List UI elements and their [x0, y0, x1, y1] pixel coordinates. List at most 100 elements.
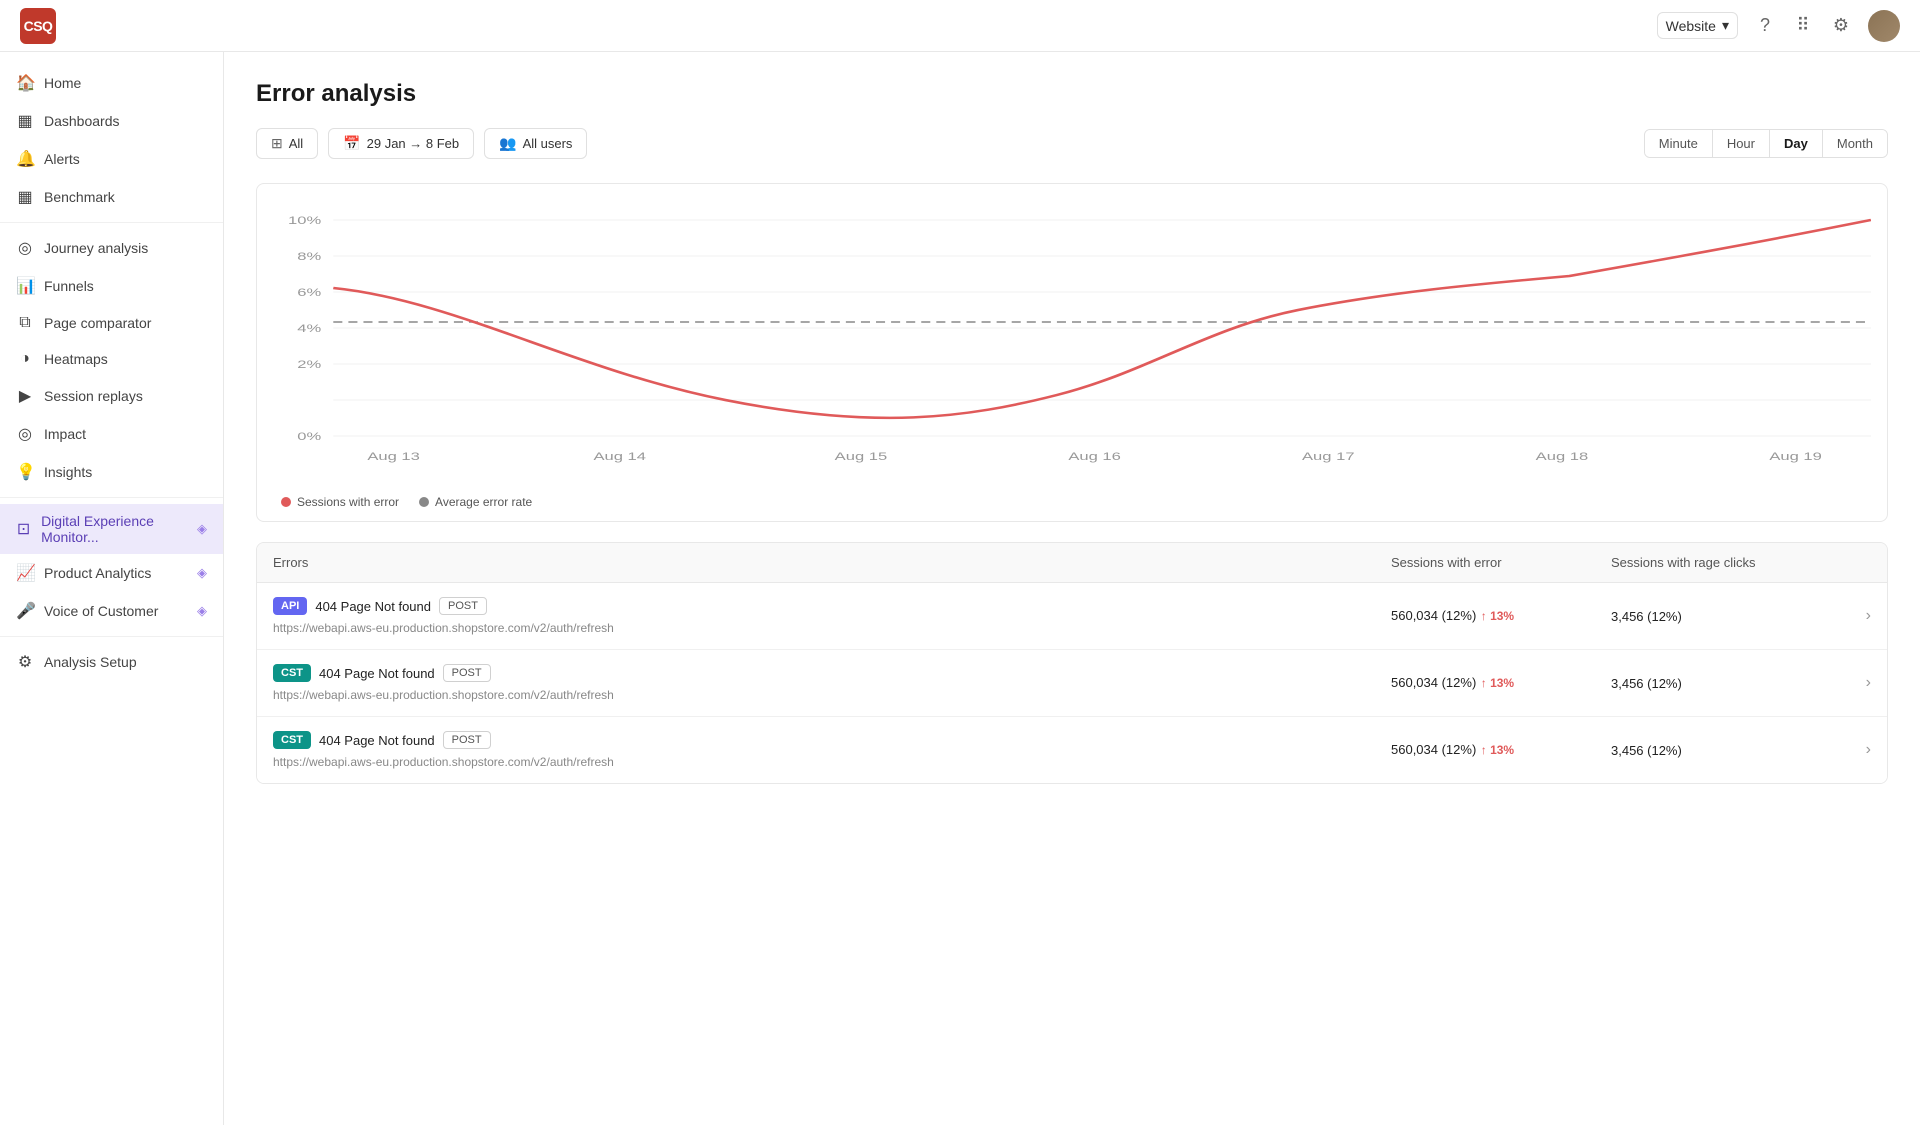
- sidebar-item-digital-experience[interactable]: ⊡ Digital Experience Monitor... ◈: [0, 504, 223, 554]
- calendar-icon: 📅: [343, 135, 360, 152]
- sidebar-item-home[interactable]: 🏠 Home: [0, 64, 223, 102]
- all-filter-label: All: [289, 136, 303, 151]
- sidebar-label-comparator: Page comparator: [44, 315, 151, 331]
- funnels-icon: 📊: [16, 276, 34, 296]
- users-filter-label: All users: [523, 136, 573, 151]
- sidebar-item-alerts[interactable]: 🔔 Alerts: [0, 140, 223, 178]
- comparator-icon: ⧉: [16, 314, 34, 332]
- sidebar-label-impact: Impact: [44, 426, 86, 442]
- sidebar-nav: 🏠 Home ▦ Dashboards 🔔 Alerts ▦ Benchmark…: [0, 52, 223, 693]
- chart-legend: Sessions with error Average error rate: [273, 495, 1871, 509]
- sidebar-item-analysis-setup[interactable]: ⚙ Analysis Setup: [0, 643, 223, 681]
- error-url-1: https://webapi.aws-eu.production.shopsto…: [273, 621, 1391, 635]
- svg-text:Aug 18: Aug 18: [1536, 450, 1589, 463]
- all-filter-button[interactable]: ⊞ All: [256, 128, 318, 159]
- time-btn-month[interactable]: Month: [1823, 130, 1887, 157]
- sidebar-item-voice-of-customer[interactable]: 🎤 Voice of Customer ◈: [0, 592, 223, 630]
- filter-bar: ⊞ All 📅 29 Jan → 8 Feb 👥 All users Minut…: [256, 128, 1888, 159]
- rage-count-2: 3,456 (12%): [1611, 676, 1682, 691]
- settings-icon[interactable]: ⚙: [1830, 15, 1852, 37]
- alerts-icon: 🔔: [16, 149, 34, 169]
- svg-text:2%: 2%: [297, 358, 321, 371]
- svg-text:Aug 14: Aug 14: [593, 450, 646, 463]
- chevron-icon-1: ›: [1866, 607, 1871, 625]
- logo[interactable]: CSQ: [20, 8, 56, 44]
- chevron-down-icon: ▾: [1722, 17, 1729, 34]
- time-btn-minute[interactable]: Minute: [1645, 130, 1713, 157]
- badge-cst-2: CST: [273, 664, 311, 682]
- avatar[interactable]: [1868, 10, 1900, 42]
- benchmark-icon: ▦: [16, 187, 34, 207]
- sidebar-item-impact[interactable]: ◎ Impact: [0, 415, 223, 453]
- website-selector[interactable]: Website ▾: [1657, 12, 1738, 39]
- sidebar-label-journey: Journey analysis: [44, 240, 148, 256]
- time-btn-hour[interactable]: Hour: [1713, 130, 1770, 157]
- impact-icon: ◎: [16, 424, 34, 444]
- legend-average-label: Average error rate: [435, 495, 532, 509]
- sidebar-label-home: Home: [44, 75, 81, 91]
- badge-method-2: POST: [443, 664, 491, 682]
- users-filter-button[interactable]: 👥 All users: [484, 128, 587, 159]
- sidebar-label-voice: Voice of Customer: [44, 603, 158, 619]
- sidebar-item-dashboards[interactable]: ▦ Dashboards: [0, 102, 223, 140]
- sidebar-item-insights[interactable]: 💡 Insights: [0, 453, 223, 491]
- table-row[interactable]: CST 404 Page Not found POST https://weba…: [257, 717, 1887, 783]
- sidebar-label-product-analytics: Product Analytics: [44, 565, 151, 581]
- sidebar-label-alerts: Alerts: [44, 151, 80, 167]
- legend-sessions-label: Sessions with error: [297, 495, 399, 509]
- trend-2: ↑ 13%: [1481, 676, 1514, 690]
- chevron-icon-2: ›: [1866, 674, 1871, 692]
- rage-cell-3: 3,456 (12%) ›: [1611, 741, 1871, 759]
- svg-text:Aug 17: Aug 17: [1302, 450, 1355, 463]
- table-row[interactable]: CST 404 Page Not found POST https://weba…: [257, 650, 1887, 717]
- rage-count-3: 3,456 (12%): [1611, 743, 1682, 758]
- sidebar-item-funnels[interactable]: 📊 Funnels: [0, 267, 223, 305]
- svg-text:Aug 13: Aug 13: [367, 450, 420, 463]
- sidebar-item-session-replays[interactable]: ▶ Session replays: [0, 377, 223, 415]
- home-icon: 🏠: [16, 73, 34, 93]
- chart-container: 10% 8% 6% 4% 2% 0% Aug 13 Aug 14 Aug 15 …: [256, 183, 1888, 522]
- time-btn-day[interactable]: Day: [1770, 130, 1823, 157]
- svg-text:Aug 16: Aug 16: [1068, 450, 1121, 463]
- error-url-3: https://webapi.aws-eu.production.shopsto…: [273, 755, 1391, 769]
- svg-text:Aug 19: Aug 19: [1769, 450, 1822, 463]
- error-chart: 10% 8% 6% 4% 2% 0% Aug 13 Aug 14 Aug 15 …: [273, 200, 1871, 480]
- sidebar-item-page-comparator[interactable]: ⧉ Page comparator: [0, 305, 223, 341]
- session-count-cell-1: 560,034 (12%) ↑ 13%: [1391, 607, 1611, 625]
- diamond-badge-product: ◈: [197, 565, 207, 581]
- setup-icon: ⚙: [16, 652, 34, 672]
- voice-icon: 🎤: [16, 601, 34, 621]
- sidebar-item-heatmaps[interactable]: ◑ Heatmaps: [0, 341, 223, 377]
- sidebar-label-funnels: Funnels: [44, 278, 94, 294]
- col-header-sessions: Sessions with error: [1391, 555, 1611, 570]
- sidebar-label-replays: Session replays: [44, 388, 143, 404]
- table-row[interactable]: API 404 Page Not found POST https://weba…: [257, 583, 1887, 650]
- badge-method-3: POST: [443, 731, 491, 749]
- grid-icon[interactable]: ⠿: [1792, 15, 1814, 37]
- sidebar-item-journey[interactable]: ◎ Journey analysis: [0, 229, 223, 267]
- topbar-right: Website ▾ ? ⠿ ⚙: [1657, 10, 1900, 42]
- sidebar: 🏠 Home ▦ Dashboards 🔔 Alerts ▦ Benchmark…: [0, 0, 224, 1125]
- sidebar-label-setup: Analysis Setup: [44, 654, 137, 670]
- product-analytics-icon: 📈: [16, 563, 34, 583]
- error-cell-1: API 404 Page Not found POST https://weba…: [273, 597, 1391, 635]
- session-count-2: 560,034 (12%): [1391, 675, 1476, 690]
- legend-dot-red: [281, 497, 291, 507]
- topbar: CSQ Website ▾ ? ⠿ ⚙: [0, 0, 1920, 52]
- help-icon[interactable]: ?: [1754, 15, 1776, 37]
- legend-dot-grey: [419, 497, 429, 507]
- svg-text:8%: 8%: [297, 250, 321, 263]
- error-title-2: 404 Page Not found: [319, 666, 435, 681]
- svg-text:6%: 6%: [297, 286, 321, 299]
- avatar-image: [1868, 10, 1900, 42]
- error-cell-2: CST 404 Page Not found POST https://weba…: [273, 664, 1391, 702]
- date-range-button[interactable]: 📅 29 Jan → 8 Feb: [328, 128, 474, 159]
- users-icon: 👥: [499, 135, 516, 152]
- error-table: Errors Sessions with error Sessions with…: [256, 542, 1888, 784]
- sidebar-item-product-analytics[interactable]: 📈 Product Analytics ◈: [0, 554, 223, 592]
- svg-text:4%: 4%: [297, 322, 321, 335]
- session-count-1: 560,034 (12%): [1391, 608, 1476, 623]
- sidebar-item-benchmark[interactable]: ▦ Benchmark: [0, 178, 223, 216]
- journey-icon: ◎: [16, 238, 34, 258]
- legend-sessions-with-error: Sessions with error: [281, 495, 399, 509]
